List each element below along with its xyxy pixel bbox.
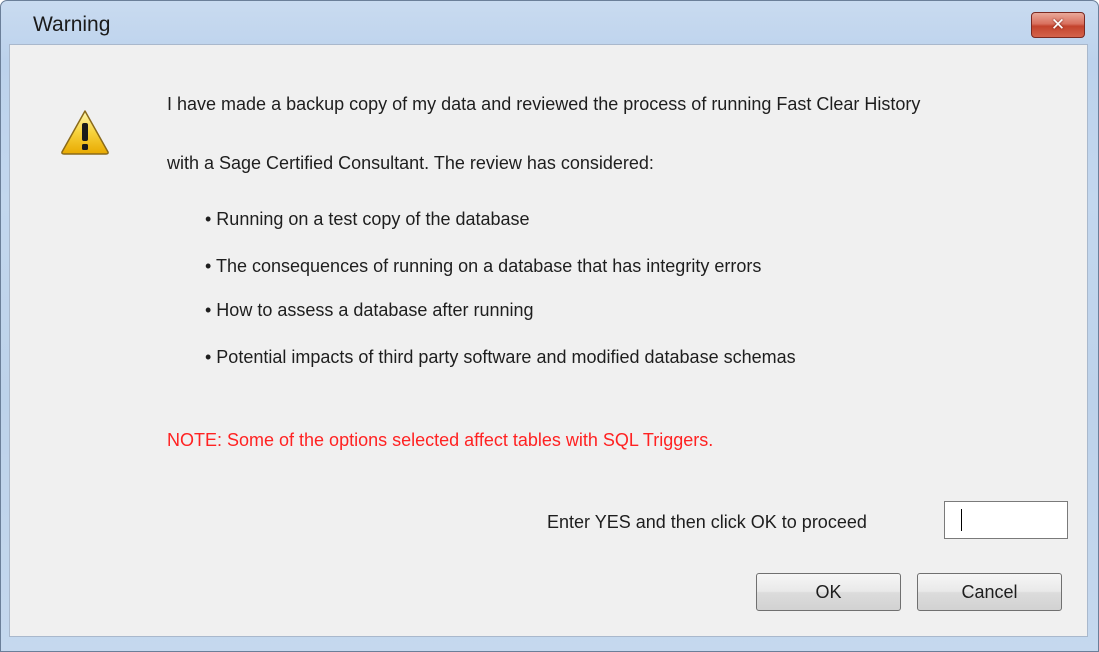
confirm-yes-input[interactable] <box>944 501 1068 539</box>
ok-button[interactable]: OK <box>756 573 901 611</box>
bullet-item: • The consequences of running on a datab… <box>205 256 762 276</box>
cancel-button[interactable]: Cancel <box>917 573 1062 611</box>
bullet-item: • Potential impacts of third party softw… <box>205 347 796 367</box>
warning-dialog: Warning ✕ I have made a backup copy of m… <box>0 0 1099 652</box>
message-line-1: I have made a backup copy of my data and… <box>167 94 921 114</box>
dialog-content: I have made a backup copy of my data and… <box>9 44 1088 637</box>
warning-triangle-icon <box>61 110 109 155</box>
message-line-2: with a Sage Certified Consultant. The re… <box>167 153 654 173</box>
window-title: Warning <box>33 13 111 36</box>
confirm-prompt-label: Enter YES and then click OK to proceed <box>547 512 867 532</box>
text-caret <box>961 509 962 531</box>
bullet-item: • Running on a test copy of the database <box>205 209 530 229</box>
sql-triggers-note: NOTE: Some of the options selected affec… <box>167 430 714 450</box>
bullet-item: • How to assess a database after running <box>205 300 534 320</box>
close-button[interactable]: ✕ <box>1031 12 1085 38</box>
close-icon: ✕ <box>1050 15 1066 35</box>
title-bar[interactable]: Warning ✕ <box>1 1 1098 44</box>
